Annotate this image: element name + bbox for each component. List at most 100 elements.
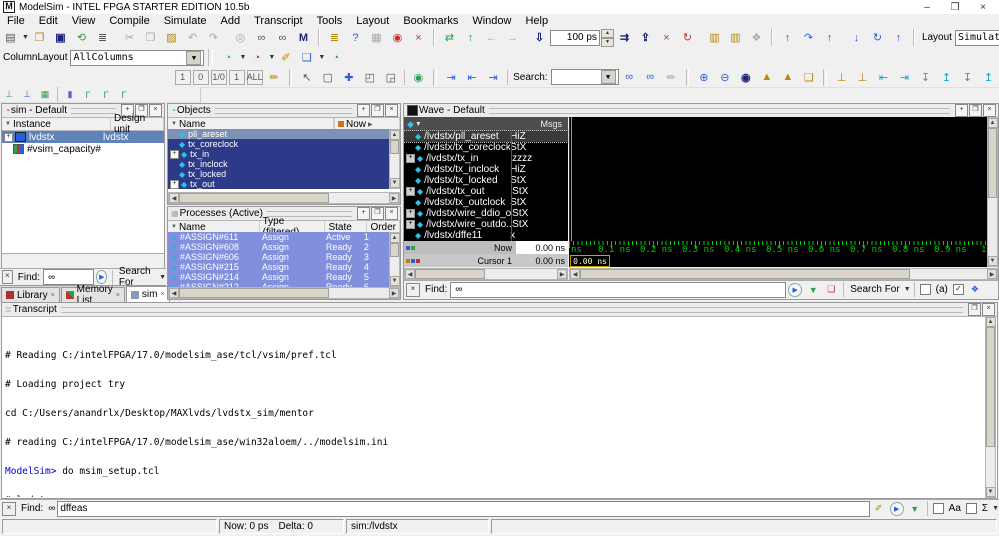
- force-toggle-button[interactable]: 1/0: [211, 70, 227, 85]
- menu-help[interactable]: Help: [518, 15, 555, 27]
- scroll-down-icon[interactable]: ▼: [390, 178, 400, 188]
- run-length-field[interactable]: [550, 30, 600, 46]
- panel-close-button[interactable]: ×: [983, 104, 996, 117]
- sim-row-vsim-capacity[interactable]: #vsim_capacity#: [2, 143, 164, 155]
- wave-signal-row[interactable]: ◆ /lvdstx/tx_locked StX: [404, 175, 568, 186]
- run-button[interactable]: ⇉: [615, 28, 634, 47]
- object-row[interactable]: ◆ tx_coreclock: [168, 139, 389, 149]
- scroll-left-icon[interactable]: ◀: [169, 288, 179, 298]
- panel-add-button[interactable]: +: [955, 104, 968, 117]
- undo-button[interactable]: ↶: [183, 28, 202, 47]
- new-file-button[interactable]: ▤: [1, 28, 20, 47]
- scroll-left-icon[interactable]: ◀: [169, 193, 179, 203]
- menu-layout[interactable]: Layout: [349, 15, 396, 27]
- filter-icon[interactable]: ▼: [5, 121, 11, 127]
- step-current-down-button[interactable]: ↓: [847, 28, 866, 47]
- columnlayout-select[interactable]: AllColumns ▼: [70, 50, 204, 66]
- watch-button[interactable]: ◉: [388, 28, 407, 47]
- wave-names-hscroll[interactable]: ◀ ▶: [404, 268, 568, 280]
- force-0-button[interactable]: 0: [193, 70, 209, 85]
- add-to-log-button[interactable]: ✐: [276, 48, 295, 67]
- find-options-dropdown-icon[interactable]: ▼: [992, 505, 999, 512]
- panel-close-button[interactable]: ×: [385, 104, 398, 117]
- find-next-button[interactable]: ▶: [890, 502, 904, 516]
- clear-find-button[interactable]: ✐: [871, 501, 887, 516]
- print-button[interactable]: ≣: [93, 28, 112, 47]
- processes-vscroll[interactable]: ▲ ▼: [389, 232, 400, 287]
- transcript-vscroll[interactable]: ▲ ▼: [985, 316, 996, 498]
- stop-sim-button[interactable]: ×: [409, 28, 428, 47]
- process-row[interactable]: ● #ASSIGN#611 Assign Active 1: [168, 232, 389, 242]
- search-edit-button[interactable]: ✏: [662, 68, 681, 87]
- wave-cursor-row[interactable]: Cursor 1 0.00 ns: [404, 254, 568, 267]
- edit-brush-button[interactable]: ✏: [265, 68, 284, 87]
- panel-undock-button[interactable]: ❐: [969, 104, 982, 117]
- find-down-button[interactable]: ▼: [805, 282, 821, 297]
- panel-undock-button[interactable]: ❐: [968, 303, 981, 316]
- add-to-list-button[interactable]: ◔: [247, 48, 266, 67]
- process-row[interactable]: ● #ASSIGN#606 Assign Ready 3: [168, 252, 389, 262]
- wave-canvas-hscroll[interactable]: ◀ ▶: [569, 268, 998, 280]
- find-doc-button[interactable]: ❏: [823, 282, 839, 297]
- open-button[interactable]: ❒: [30, 28, 49, 47]
- menu-edit[interactable]: Edit: [32, 15, 65, 27]
- expand-icon[interactable]: +: [170, 180, 179, 189]
- menu-bookmarks[interactable]: Bookmarks: [396, 15, 465, 27]
- menu-transcript[interactable]: Transcript: [247, 15, 310, 27]
- zoom-out-button[interactable]: ⊖: [715, 68, 734, 87]
- wrap-search-checkbox[interactable]: ✓: [953, 284, 964, 295]
- run-length-spinner[interactable]: ▲ ▼: [601, 29, 614, 47]
- search-dropdown-icon[interactable]: ▼: [601, 70, 616, 84]
- tab-library[interactable]: Library ×: [1, 287, 60, 302]
- restart-button[interactable]: ⇩: [530, 28, 549, 47]
- select-mode-button[interactable]: ↖: [297, 68, 316, 87]
- now-tool-icon[interactable]: [411, 246, 415, 250]
- scroll-right-icon[interactable]: ▶: [557, 269, 567, 279]
- wave-edit-insert-button[interactable]: ⊥: [19, 87, 35, 102]
- lock-cursor-button[interactable]: ⇥: [484, 68, 503, 87]
- wave-signal-row[interactable]: + ◆ /lvdstx/wire_ddio_o... StX: [404, 208, 568, 219]
- delete-marker-button[interactable]: ⊥: [853, 68, 872, 87]
- search-input[interactable]: ▼: [551, 69, 619, 85]
- minimize-button[interactable]: –: [913, 2, 941, 13]
- transcript-panel-header[interactable]: ≣ Transcript ❐ ×: [2, 303, 997, 317]
- step-over-button[interactable]: ↑: [778, 28, 797, 47]
- paste-button[interactable]: ▨: [162, 28, 181, 47]
- add-wave-dropdown-icon[interactable]: ▼: [239, 54, 246, 61]
- compile-button[interactable]: ◎: [231, 28, 250, 47]
- column-instance[interactable]: ▼ Instance: [2, 118, 111, 130]
- pan-mode-button[interactable]: ✚: [339, 68, 358, 87]
- wave-signal-row[interactable]: ◆ /lvdstx/pll_areset HiZ: [404, 131, 568, 142]
- environment-forward-button[interactable]: →: [503, 28, 522, 47]
- wave-signal-row[interactable]: + ◆ /lvdstx/tx_out StX: [404, 186, 568, 197]
- wave-signal-row[interactable]: ◆ /lvdstx/tx_inclock HiZ: [404, 164, 568, 175]
- process-row[interactable]: ● #ASSIGN#608 Assign Ready 2: [168, 242, 389, 252]
- wave-edit-stretch-button[interactable]: ▦: [37, 87, 53, 102]
- paste-region-button[interactable]: ◲: [381, 68, 400, 87]
- scroll-right-icon[interactable]: ▶: [389, 193, 399, 203]
- tab-memory-list[interactable]: Memory List ×: [61, 287, 125, 302]
- transcript-body[interactable]: # Reading C:/intelFPGA/17.0/modelsim_ase…: [5, 316, 983, 497]
- wave-edit-create-button[interactable]: ⊥: [1, 87, 17, 102]
- object-row[interactable]: + ◆ tx_out: [168, 179, 389, 189]
- expand-icon[interactable]: +: [4, 133, 13, 142]
- search-options-icon[interactable]: ❖: [967, 282, 983, 297]
- panel-grip[interactable]: [489, 108, 950, 114]
- coverage-button[interactable]: ▥: [726, 28, 745, 47]
- expand-icon[interactable]: +: [406, 154, 415, 163]
- panel-grip[interactable]: [71, 108, 116, 114]
- columnlayout-dropdown-icon[interactable]: ▼: [186, 51, 201, 65]
- environment-up-button[interactable]: ↑: [461, 28, 480, 47]
- tab-close-icon[interactable]: ×: [160, 291, 164, 298]
- find-close-button[interactable]: ×: [2, 270, 13, 284]
- filter-icon[interactable]: ▼: [171, 121, 177, 127]
- zoom-in-button[interactable]: ⊕: [694, 68, 713, 87]
- show-all-button[interactable]: ALL: [247, 70, 263, 85]
- cursor-time-box[interactable]: 0.00 ns: [570, 255, 610, 267]
- find-in-files-button[interactable]: ∞: [273, 28, 292, 47]
- expand-header-icon[interactable]: ▶: [368, 121, 373, 128]
- search-for-dropdown-icon[interactable]: ▼: [159, 274, 166, 281]
- process-row[interactable]: ● #ASSIGN#214 Assign Ready 5: [168, 272, 389, 282]
- scroll-up-icon[interactable]: ▲: [986, 317, 996, 327]
- run-all-button[interactable]: ↻: [678, 28, 697, 47]
